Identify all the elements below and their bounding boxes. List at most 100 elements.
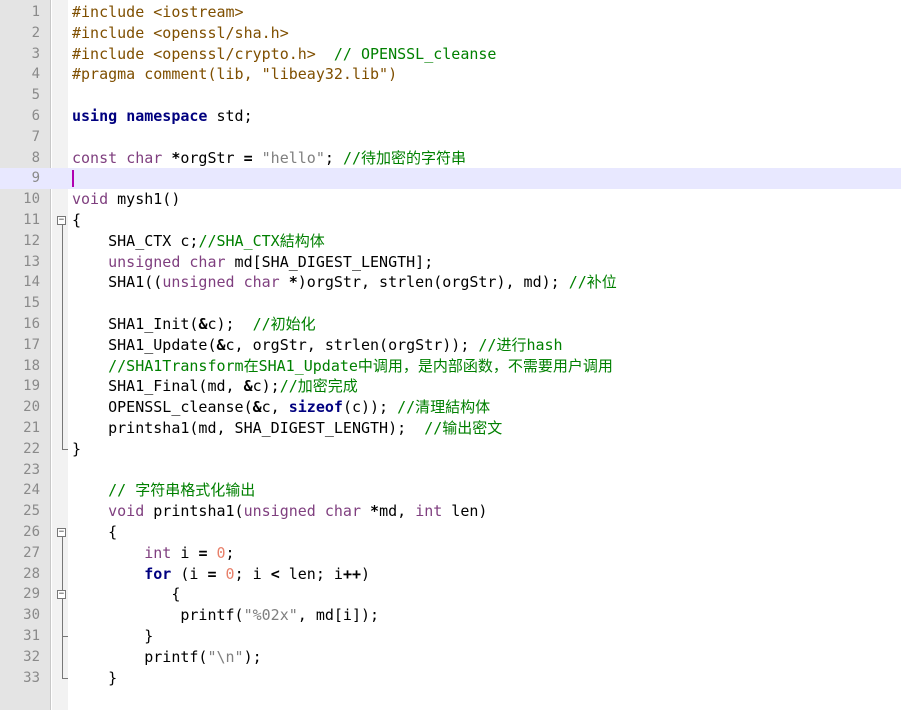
code-token: md, xyxy=(379,502,416,521)
line-number: 23 xyxy=(23,461,40,478)
code-token: } xyxy=(72,439,82,458)
code-line[interactable]: 22} xyxy=(0,439,901,460)
code-line[interactable]: 7 xyxy=(0,127,901,148)
code-line[interactable]: 5 xyxy=(0,85,901,106)
code-token: { xyxy=(72,210,82,229)
code-token: & xyxy=(243,377,253,396)
code-line[interactable]: 16 SHA1_Init(&c); //初始化 xyxy=(0,314,901,335)
line-number: 27 xyxy=(23,544,40,561)
code-token: //加密完成 xyxy=(279,377,358,396)
code-editor[interactable]: 1 #include <iostream> 2 #include <openssl/s… xyxy=(0,0,901,710)
code-line[interactable]: 26 { xyxy=(0,522,901,543)
code-line[interactable]: 2 #include <openssl/sha.h> xyxy=(0,23,901,44)
code-line[interactable]: 19 SHA1_Final(md, &c);//加密完成 xyxy=(0,376,901,397)
fold-collapse-icon[interactable]: − xyxy=(57,216,66,225)
code-text: void printsha1(unsigned char *md, int le… xyxy=(72,501,487,522)
code-token: c, orgStr, strlen(orgStr)); xyxy=(225,335,479,354)
code-token: c); xyxy=(207,314,253,333)
code-line[interactable]: 28 for (i = 0; i < len; i++) xyxy=(0,564,901,585)
code-lines[interactable]: 1 #include <iostream> 2 #include <openssl/s… xyxy=(0,2,901,688)
code-line[interactable]: 25 void printsha1(unsigned char *md, int… xyxy=(0,501,901,522)
line-number: 5 xyxy=(31,87,40,104)
line-number: 2 xyxy=(31,24,40,41)
code-text: unsigned char md[SHA_DIGEST_LENGTH]; xyxy=(72,252,433,273)
code-line[interactable]: 3 #include <openssl/crypto.h> // OPENSSL_… xyxy=(0,44,901,65)
code-token: unsigned xyxy=(108,252,181,271)
line-number: 11 xyxy=(23,211,40,228)
code-text: printf("%02x", md[i]); xyxy=(72,605,379,626)
code-text: const char *orgStr = "hello"; //待加密的字符串 xyxy=(72,148,466,169)
code-token: (i xyxy=(171,564,208,583)
code-token: #pragma comment(lib, "libeay32.lib") xyxy=(72,65,398,84)
code-line[interactable]: 18 //SHA1Transform在SHA1_Update中调用，是内部函数，… xyxy=(0,356,901,377)
code-line[interactable]: 12 SHA_CTX c;//SHA_CTX結构体 xyxy=(0,231,901,252)
line-number: 16 xyxy=(23,315,40,332)
code-token: (c)); xyxy=(342,398,398,417)
code-token: c, xyxy=(261,398,289,417)
code-token: } xyxy=(72,626,154,645)
line-number: 25 xyxy=(23,503,40,520)
line-number: 13 xyxy=(23,253,40,270)
code-line[interactable]: 15 xyxy=(0,293,901,314)
code-token: { xyxy=(72,585,181,604)
fold-collapse-icon[interactable]: − xyxy=(57,528,66,537)
code-line[interactable]: 33 } xyxy=(0,668,901,689)
code-text: SHA1_Update(&c, orgStr, strlen(orgStr));… xyxy=(72,335,562,356)
line-number: 15 xyxy=(23,295,40,312)
fold-end-tick xyxy=(62,636,68,637)
code-line[interactable]: 32 printf("\n"); xyxy=(0,647,901,668)
code-line[interactable]: 20 OPENSSL_cleanse(&c, sizeof(c)); //清理結… xyxy=(0,397,901,418)
code-token: i xyxy=(171,543,199,562)
fold-guide-line xyxy=(62,599,63,636)
code-token: //SHA1Transform在SHA1_Update中调用，是内部函数，不需要… xyxy=(108,356,613,375)
code-token: unsigned xyxy=(162,273,235,292)
code-text: #include <openssl/sha.h> xyxy=(72,23,289,44)
code-line[interactable]: 14 SHA1((unsigned char *)orgStr, strlen(… xyxy=(0,272,901,293)
code-line[interactable]: 13 unsigned char md[SHA_DIGEST_LENGTH]; xyxy=(0,252,901,273)
code-token: int xyxy=(144,543,172,562)
code-line[interactable]: 21 printsha1(md, SHA_DIGEST_LENGTH); //输… xyxy=(0,418,901,439)
line-number: 3 xyxy=(31,45,40,62)
fold-collapse-icon[interactable]: − xyxy=(57,590,66,600)
code-token: #include <openssl/sha.h> xyxy=(72,23,289,42)
code-line[interactable]: 31 } xyxy=(0,626,901,647)
code-token: ; xyxy=(225,543,235,562)
code-line[interactable]: 1 #include <iostream> xyxy=(0,2,901,23)
code-line[interactable]: 6 using namespace std; xyxy=(0,106,901,127)
code-token: * xyxy=(370,502,380,521)
code-token: //初始化 xyxy=(252,314,316,333)
code-token: = xyxy=(243,148,253,167)
code-text: SHA_CTX c;//SHA_CTX結构体 xyxy=(72,231,325,252)
code-line[interactable]: 27 int i = 0; xyxy=(0,543,901,564)
code-line[interactable]: 30 printf("%02x", md[i]); xyxy=(0,605,901,626)
code-line[interactable]: 10 void mysh1() xyxy=(0,189,901,210)
code-token: SHA1(( xyxy=(72,273,163,292)
code-line[interactable]: 29 { xyxy=(0,584,901,605)
code-token: //待加密的字符串 xyxy=(342,148,466,167)
code-token: < xyxy=(270,564,280,583)
code-token: for xyxy=(144,564,172,583)
line-number: 4 xyxy=(31,66,40,83)
code-line[interactable]: 11 { xyxy=(0,210,901,231)
code-token: mysh1() xyxy=(108,190,181,209)
code-line[interactable]: 24 // 字符串格式化输出 xyxy=(0,480,901,501)
code-line[interactable]: 8 const char *orgStr = "hello"; //待加密的字符串 xyxy=(0,148,901,169)
code-line[interactable]: 4 #pragma comment(lib, "libeay32.lib") xyxy=(0,64,901,85)
line-number: 8 xyxy=(31,149,40,166)
line-number: 14 xyxy=(23,274,40,291)
code-token: char xyxy=(126,148,163,167)
line-number: 18 xyxy=(23,357,40,374)
code-line[interactable]: 9 xyxy=(0,168,901,190)
code-token: , md[i]); xyxy=(297,606,380,625)
code-text: // 字符串格式化输出 xyxy=(72,480,255,501)
code-token: SHA1_Final(md, xyxy=(72,377,244,396)
code-token: } xyxy=(72,668,118,687)
code-line[interactable]: 23 xyxy=(0,460,901,481)
code-line[interactable]: 17 SHA1_Update(&c, orgStr, strlen(orgStr… xyxy=(0,335,901,356)
